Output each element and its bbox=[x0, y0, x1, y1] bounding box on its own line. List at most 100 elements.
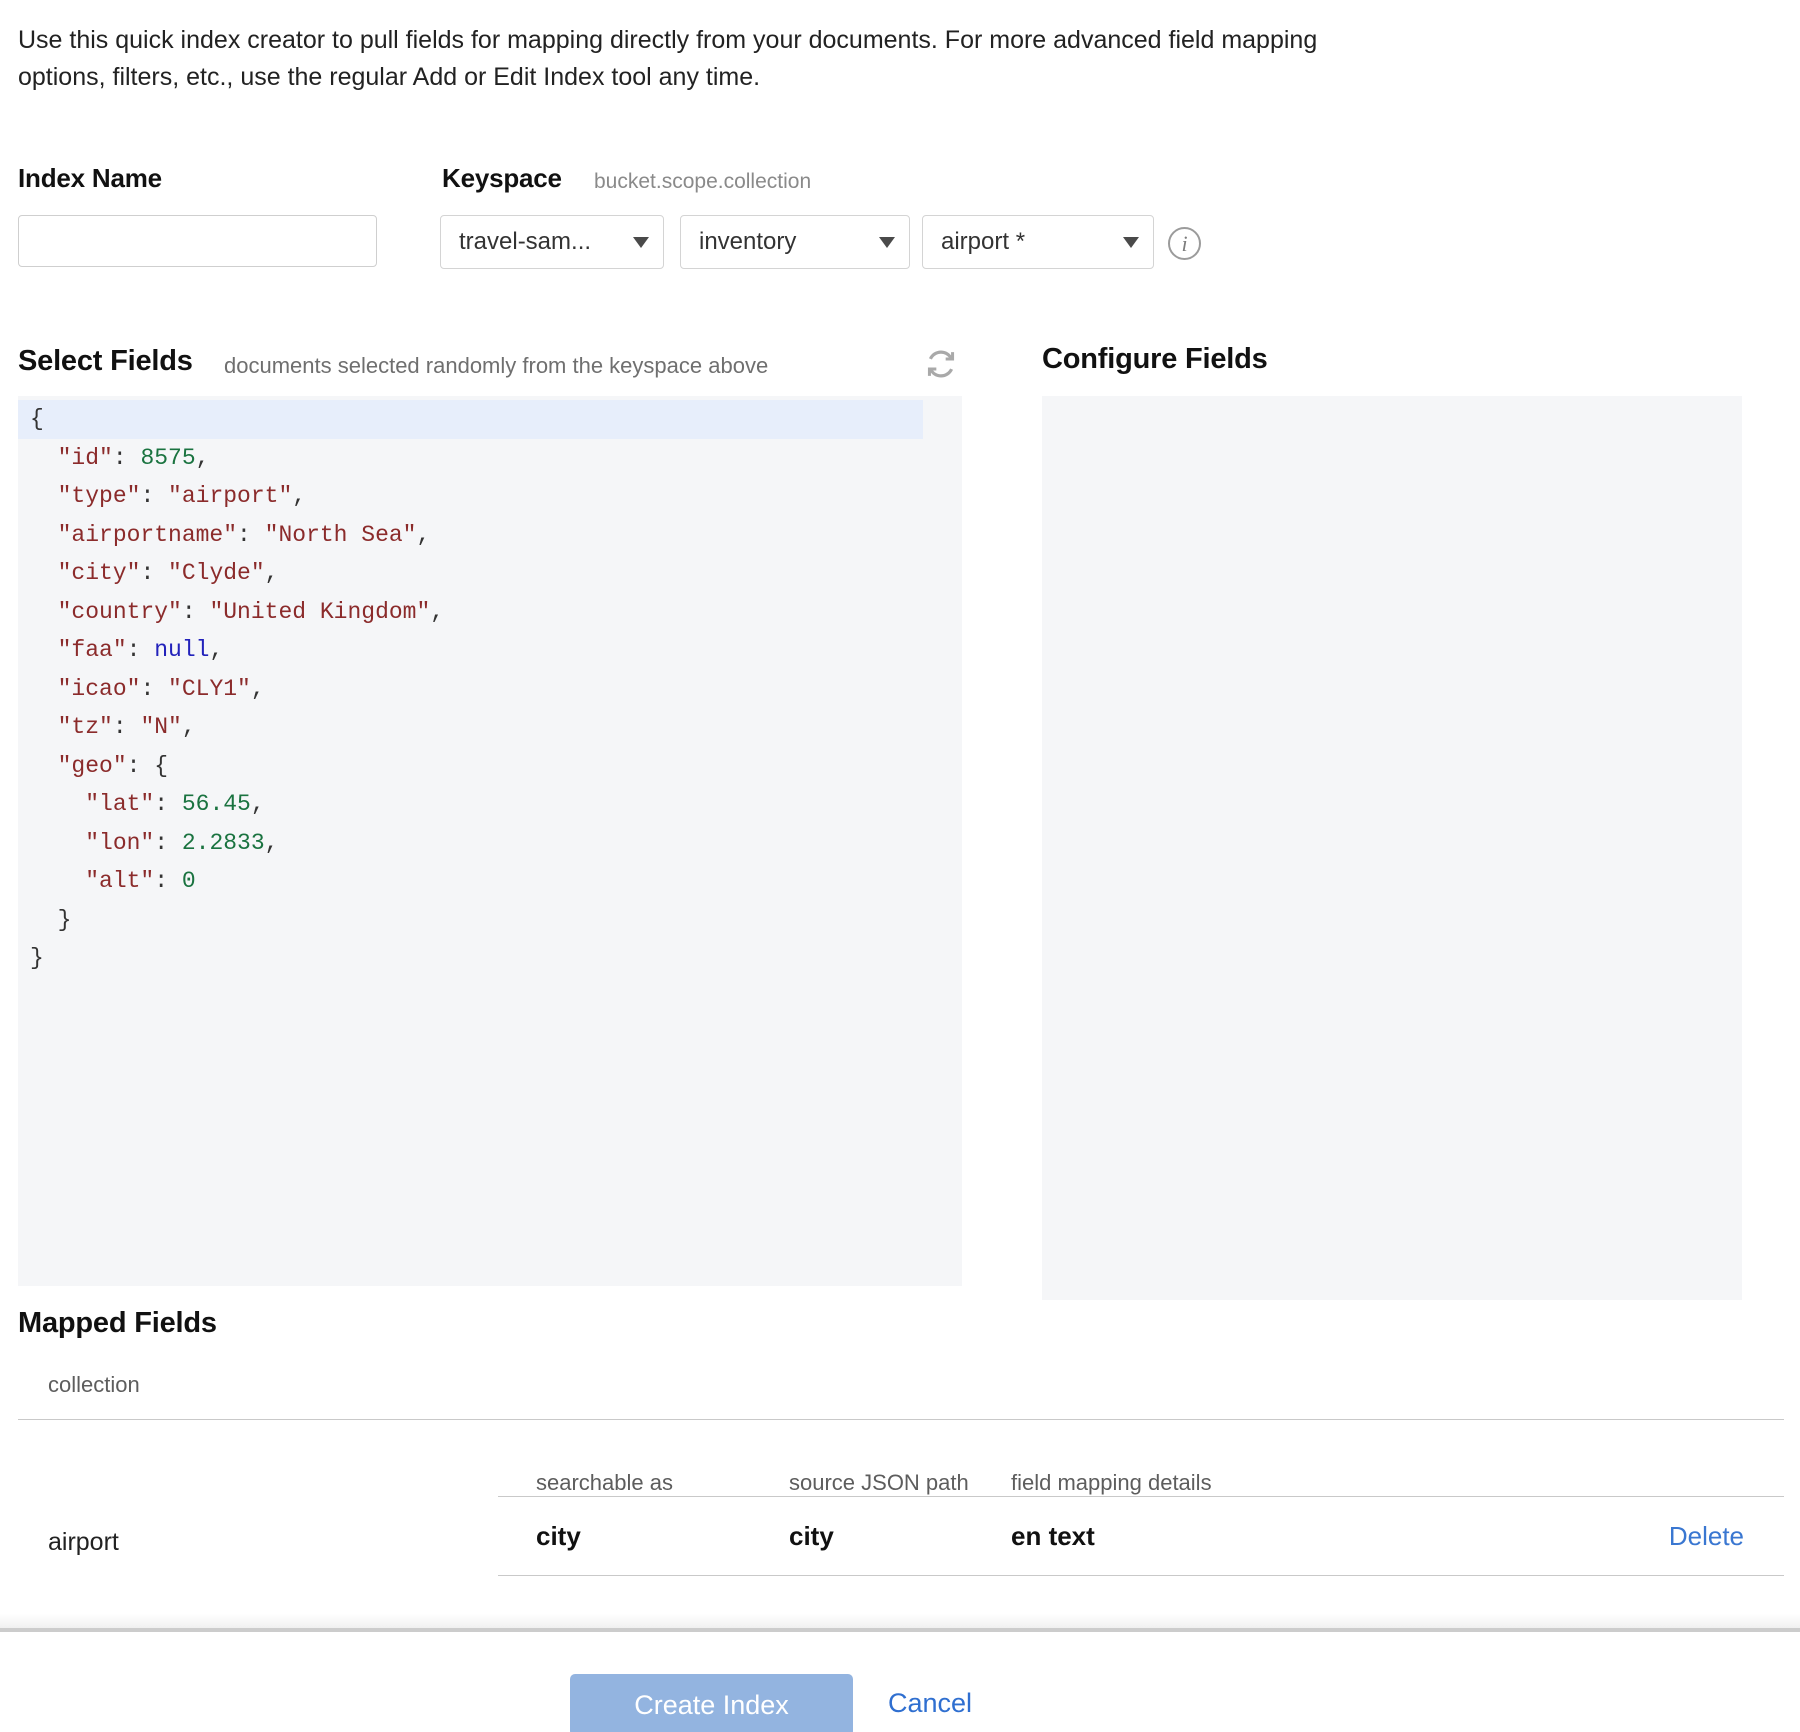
json-token: "type" bbox=[58, 483, 141, 509]
json-token: : bbox=[237, 522, 265, 548]
json-token: "Clyde" bbox=[168, 560, 265, 586]
json-token: 56.45 bbox=[182, 791, 251, 817]
json-token: "id" bbox=[58, 445, 113, 471]
keyspace-label: Keyspace bbox=[442, 163, 562, 194]
json-token: 8575 bbox=[140, 445, 195, 471]
mapped-collection-name: airport bbox=[48, 1528, 119, 1557]
json-token: "geo" bbox=[58, 753, 127, 779]
configure-fields-panel[interactable] bbox=[1042, 396, 1742, 1300]
table-header-row: searchable as source JSON path field map… bbox=[498, 1448, 1784, 1496]
json-line[interactable]: } bbox=[18, 939, 962, 978]
json-token: "lat" bbox=[85, 791, 154, 817]
json-line[interactable]: "city": "Clyde", bbox=[18, 554, 962, 593]
column-header-searchable-as: searchable as bbox=[536, 1470, 789, 1496]
json-token: : bbox=[140, 483, 168, 509]
json-token: "United Kingdom" bbox=[209, 599, 430, 625]
json-token: : bbox=[154, 830, 182, 856]
json-token: : bbox=[140, 676, 168, 702]
json-line[interactable]: "faa": null, bbox=[18, 631, 962, 670]
json-line[interactable]: "country": "United Kingdom", bbox=[18, 593, 962, 632]
mapped-fields-collection-label: collection bbox=[48, 1372, 140, 1398]
json-token: "country" bbox=[58, 599, 182, 625]
json-token: "faa" bbox=[58, 637, 127, 663]
json-token: : bbox=[140, 560, 168, 586]
json-token: "airport" bbox=[168, 483, 292, 509]
json-token: 0 bbox=[182, 868, 196, 894]
json-line[interactable]: "type": "airport", bbox=[18, 477, 962, 516]
json-token: "North Sea" bbox=[265, 522, 417, 548]
json-token: "lon" bbox=[85, 830, 154, 856]
keyspace-hint: bucket.scope.collection bbox=[594, 170, 811, 194]
json-token: : bbox=[113, 714, 141, 740]
collection-select-value: airport * bbox=[941, 228, 1113, 256]
json-line[interactable]: { bbox=[18, 400, 923, 439]
chevron-down-icon bbox=[879, 237, 895, 248]
delete-field-link[interactable]: Delete bbox=[1531, 1521, 1784, 1552]
json-token: , bbox=[265, 560, 279, 586]
json-line[interactable]: "id": 8575, bbox=[18, 439, 962, 478]
index-name-input[interactable] bbox=[18, 215, 377, 267]
json-line[interactable]: "geo": { bbox=[18, 747, 962, 786]
chevron-down-icon bbox=[633, 237, 649, 248]
json-line[interactable]: "alt": 0 bbox=[18, 862, 962, 901]
json-token: { bbox=[154, 753, 168, 779]
json-line[interactable]: "lon": 2.2833, bbox=[18, 824, 962, 863]
intro-text: Use this quick index creator to pull fie… bbox=[18, 22, 1318, 96]
cell-field-mapping-details: en text bbox=[1011, 1521, 1531, 1552]
json-token: : bbox=[182, 599, 210, 625]
json-token: : bbox=[127, 753, 155, 779]
json-line[interactable]: "tz": "N", bbox=[18, 708, 962, 747]
refresh-icon[interactable] bbox=[922, 345, 960, 383]
json-token: "airportname" bbox=[58, 522, 237, 548]
column-header-field-mapping-details: field mapping details bbox=[1011, 1470, 1531, 1496]
json-token: { bbox=[30, 406, 44, 432]
json-token: , bbox=[196, 445, 210, 471]
table-row: city city en text Delete bbox=[498, 1497, 1784, 1575]
json-token: , bbox=[251, 676, 265, 702]
json-token: , bbox=[251, 791, 265, 817]
configure-fields-title: Configure Fields bbox=[1042, 343, 1268, 376]
json-token: "icao" bbox=[58, 676, 141, 702]
divider bbox=[498, 1575, 1784, 1576]
quick-index-creator-dialog: Use this quick index creator to pull fie… bbox=[0, 0, 1800, 1732]
mapped-fields-table: searchable as source JSON path field map… bbox=[498, 1448, 1784, 1576]
json-token: , bbox=[430, 599, 444, 625]
info-icon[interactable]: i bbox=[1168, 227, 1201, 260]
json-token: : bbox=[154, 868, 182, 894]
collection-select[interactable]: airport * bbox=[922, 215, 1154, 269]
json-token: } bbox=[30, 945, 44, 971]
json-line[interactable]: } bbox=[18, 901, 962, 940]
json-token: : bbox=[154, 791, 182, 817]
json-token: "tz" bbox=[58, 714, 113, 740]
json-token: "alt" bbox=[85, 868, 154, 894]
json-token: : bbox=[113, 445, 141, 471]
chevron-down-icon bbox=[1123, 237, 1139, 248]
cell-source-json-path: city bbox=[789, 1521, 1011, 1552]
select-fields-subtitle: documents selected randomly from the key… bbox=[224, 353, 768, 379]
bucket-select[interactable]: travel-sam... bbox=[440, 215, 664, 269]
json-token: , bbox=[265, 830, 279, 856]
json-token: , bbox=[209, 637, 223, 663]
cell-searchable-as: city bbox=[536, 1521, 789, 1552]
scope-select[interactable]: inventory bbox=[680, 215, 910, 269]
create-index-button[interactable]: Create Index bbox=[570, 1674, 853, 1732]
json-line[interactable]: "icao": "CLY1", bbox=[18, 670, 962, 709]
column-header-source-json-path: source JSON path bbox=[789, 1470, 1011, 1496]
document-preview-panel[interactable]: { "id": 8575, "type": "airport", "airpor… bbox=[18, 396, 962, 1286]
json-token: , bbox=[416, 522, 430, 548]
json-line[interactable]: "lat": 56.45, bbox=[18, 785, 962, 824]
scope-select-value: inventory bbox=[699, 228, 869, 256]
json-token: : bbox=[127, 637, 155, 663]
divider bbox=[18, 1419, 1784, 1420]
json-token: } bbox=[58, 907, 72, 933]
json-token: "N" bbox=[140, 714, 181, 740]
json-token: 2.2833 bbox=[182, 830, 265, 856]
bucket-select-value: travel-sam... bbox=[459, 228, 623, 256]
footer-shade bbox=[0, 1614, 1800, 1628]
cancel-button[interactable]: Cancel bbox=[888, 1688, 972, 1719]
json-token: null bbox=[154, 637, 209, 663]
json-line[interactable]: "airportname": "North Sea", bbox=[18, 516, 962, 555]
json-token: , bbox=[292, 483, 306, 509]
json-token: , bbox=[182, 714, 196, 740]
json-token: "city" bbox=[58, 560, 141, 586]
